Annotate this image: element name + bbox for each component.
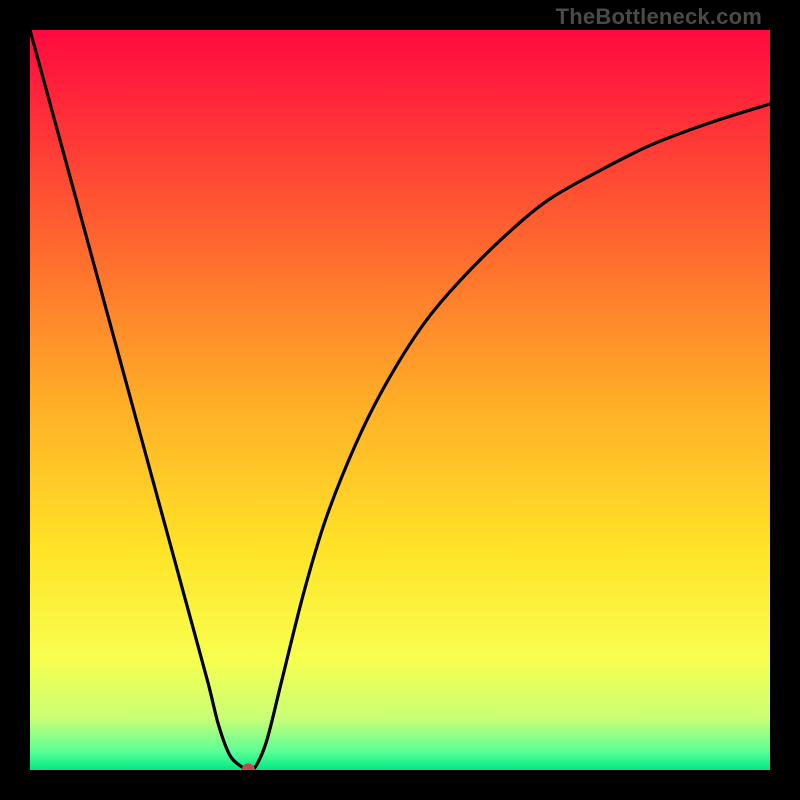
chart-frame: TheBottleneck.com [0, 0, 800, 800]
chart-svg [30, 30, 770, 770]
plot-area [30, 30, 770, 770]
watermark-text: TheBottleneck.com [556, 4, 762, 30]
